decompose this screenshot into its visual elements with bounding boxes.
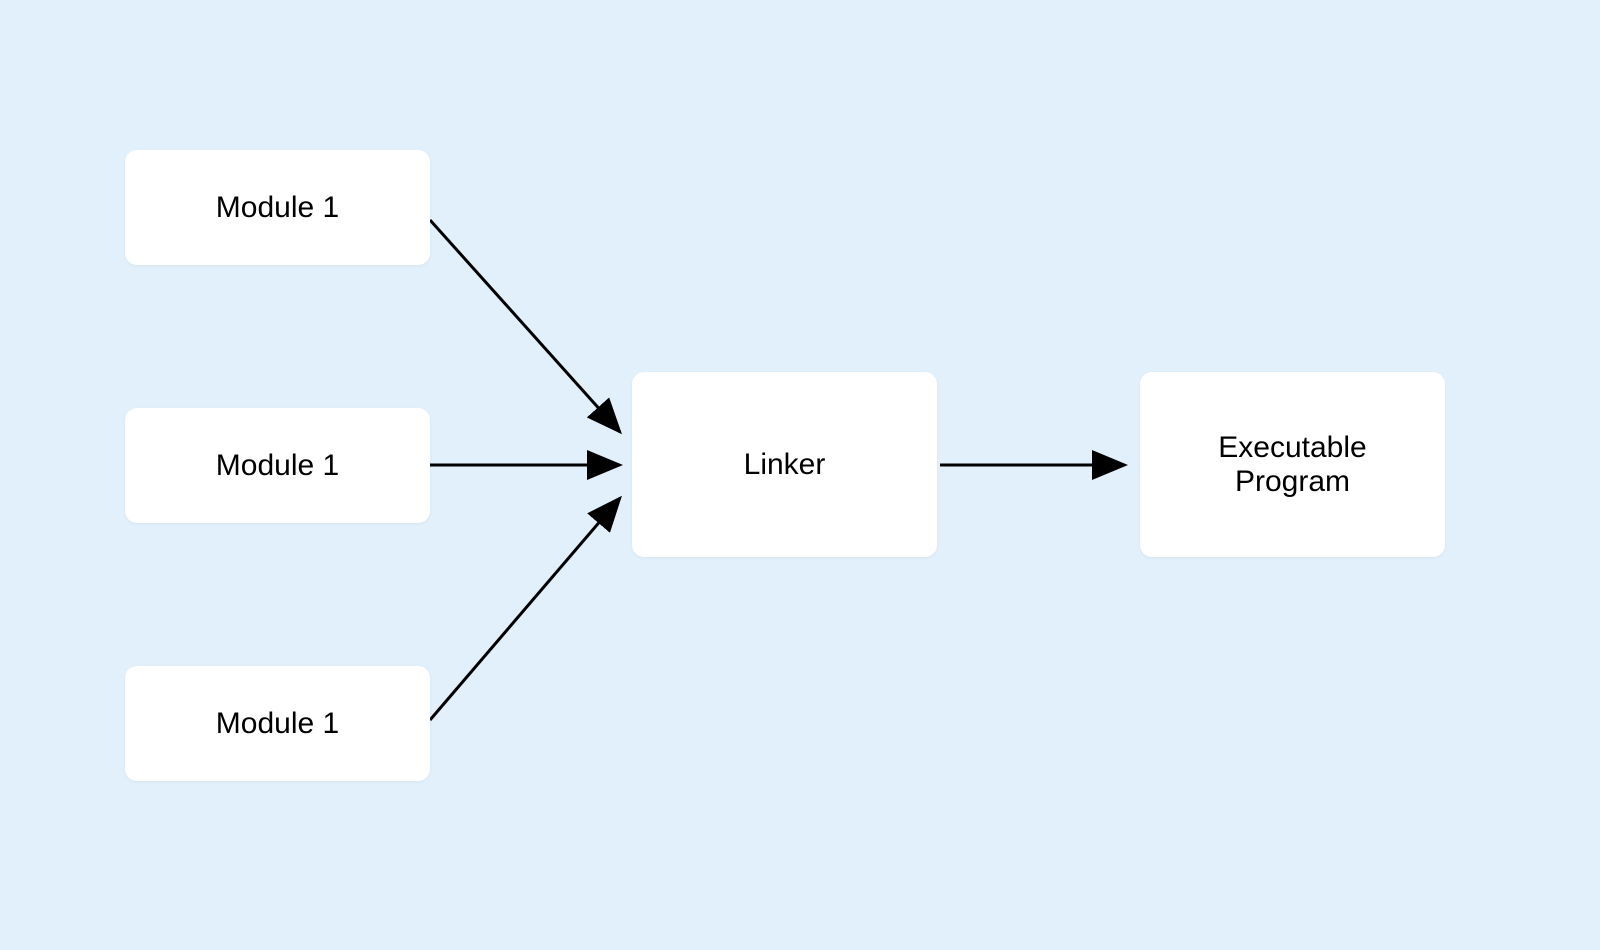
arrow-module1-linker <box>430 220 620 432</box>
node-label: Linker <box>744 448 826 482</box>
node-module-2: Module 1 <box>125 408 430 523</box>
node-label: Module 1 <box>216 449 339 483</box>
node-label: Module 1 <box>216 707 339 741</box>
node-module-1: Module 1 <box>125 150 430 265</box>
node-linker: Linker <box>632 372 937 557</box>
node-label: Executable Program <box>1160 431 1425 499</box>
node-executable: Executable Program <box>1140 372 1445 557</box>
node-label: Module 1 <box>216 191 339 225</box>
linker-diagram: Module 1 Module 1 Module 1 Linker Execut… <box>0 0 1600 950</box>
arrow-module3-linker <box>430 498 620 720</box>
node-module-3: Module 1 <box>125 666 430 781</box>
